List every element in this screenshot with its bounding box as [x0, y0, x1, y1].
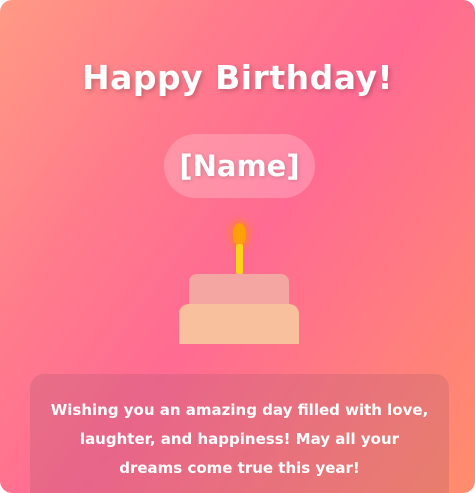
message-box: Wishing you an amazing day filled with l…	[30, 374, 449, 493]
recipient-name-badge: [Name]	[164, 134, 315, 198]
candle-flame-icon	[233, 223, 246, 245]
birthday-card: Happy Birthday! [Name] Wishing you an am…	[0, 0, 475, 493]
birthday-cake-icon	[170, 220, 310, 350]
candle	[236, 244, 243, 274]
cake-bottom-tier	[179, 304, 299, 344]
birthday-message: Wishing you an amazing day filled with l…	[50, 401, 429, 477]
card-title: Happy Birthday!	[81, 58, 394, 97]
recipient-name: [Name]	[179, 149, 300, 183]
